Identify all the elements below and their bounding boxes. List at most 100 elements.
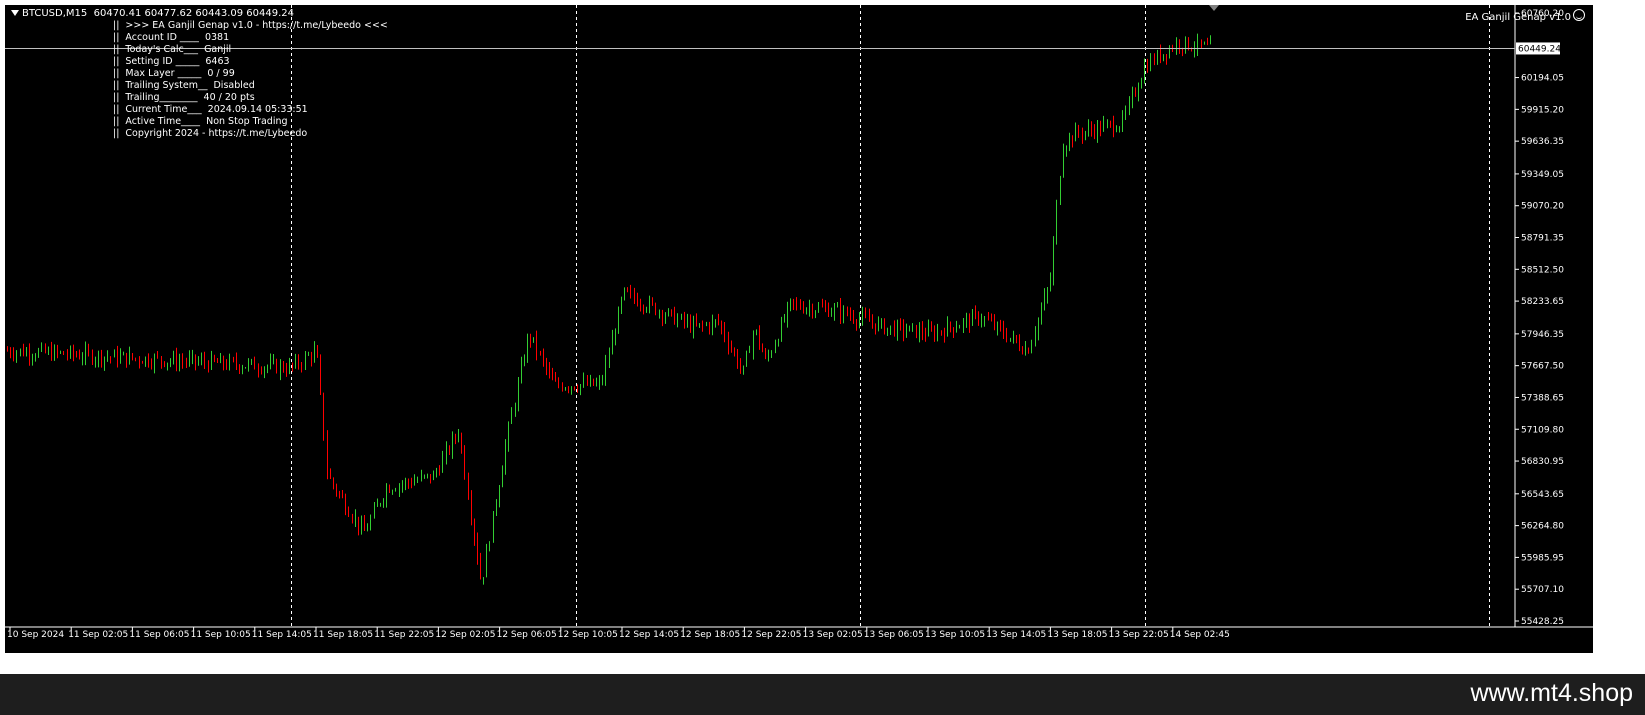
candle-body <box>699 323 700 326</box>
candle-body <box>107 357 108 359</box>
candle-body <box>1025 348 1026 354</box>
candle-body <box>991 319 992 321</box>
price-chart[interactable]: 60760.20 60194.05 59915.20 59636.35 59349.05… <box>4 4 1594 654</box>
candle-body <box>753 332 754 353</box>
time-tick-label: 13 Sep 22:05 <box>1109 630 1169 640</box>
candle-body <box>890 325 891 328</box>
candle-body <box>458 435 459 438</box>
candle-body <box>847 308 848 315</box>
price-tick-label: 55985.95 <box>1521 553 1564 563</box>
candle-body <box>1163 54 1164 60</box>
candle-body <box>1075 127 1076 142</box>
candle-body <box>333 478 334 486</box>
candle-body <box>258 369 259 371</box>
candle-body <box>339 492 340 494</box>
candle-body <box>399 485 400 491</box>
expert-advisor-label[interactable]: EA Ganjil Genap v1.0 <box>1465 9 1585 23</box>
candle-body <box>1207 43 1208 45</box>
candle-body <box>1016 335 1017 342</box>
candle-body <box>1069 136 1070 148</box>
separator-bar: || <box>113 68 120 79</box>
candle-body <box>167 362 168 366</box>
candle-body <box>718 320 719 323</box>
candle-body <box>712 320 713 330</box>
candle-body <box>912 325 913 327</box>
candle-body <box>934 329 935 338</box>
candle-body <box>590 379 591 385</box>
candle-body <box>521 363 522 382</box>
candle-body <box>164 361 165 366</box>
candle-body <box>311 354 312 360</box>
time-tick-label: 13 Sep 02:05 <box>803 630 863 640</box>
ea-line: || Today's Calc___ Ganjil <box>113 44 232 55</box>
candle-body <box>706 324 707 326</box>
candle-body <box>1154 57 1155 63</box>
candle-body <box>897 322 898 335</box>
candle-body <box>427 474 428 476</box>
candle-body <box>1082 133 1083 137</box>
candle-body <box>659 311 660 314</box>
candle-body <box>1088 126 1089 132</box>
candle-body <box>605 362 606 381</box>
candle-body <box>859 318 860 324</box>
candle-body <box>674 310 675 324</box>
candle-body <box>364 522 365 531</box>
time-tick-label: 11 Sep 14:05 <box>252 630 312 640</box>
candle-body <box>226 365 227 368</box>
candle-body <box>869 316 870 322</box>
candle-body <box>442 457 443 473</box>
candle-body <box>220 357 221 363</box>
candle-body <box>1085 131 1086 137</box>
candle-body <box>580 384 581 391</box>
time-tick-label: 13 Sep 06:05 <box>864 630 924 640</box>
candle-body <box>348 511 349 517</box>
candle-body <box>916 325 917 337</box>
dropdown-triangle-icon[interactable] <box>11 10 19 16</box>
candle-body <box>825 306 826 308</box>
candle-body <box>392 490 393 493</box>
candle-body <box>834 306 835 314</box>
candle-body <box>577 389 578 391</box>
candle-body <box>956 328 957 332</box>
price-tick-label: 57388.65 <box>1521 393 1564 403</box>
candle-body <box>499 486 500 504</box>
candle-body <box>687 320 688 323</box>
candle-body <box>1179 42 1180 49</box>
price-tick-label: 56830.95 <box>1521 457 1564 467</box>
candle-body <box>1204 43 1205 45</box>
candle-body <box>1038 318 1039 333</box>
candle-body <box>301 365 302 367</box>
candle-body <box>518 381 519 406</box>
candle-body <box>731 347 732 350</box>
candle-body <box>527 336 528 360</box>
candle-body <box>1000 323 1001 328</box>
candle-body <box>540 352 541 354</box>
candle-body <box>941 330 942 333</box>
candle-body <box>749 352 750 354</box>
price-tick-label: 58233.65 <box>1521 297 1564 307</box>
candle-body <box>919 328 920 337</box>
candle-body <box>768 355 769 358</box>
candle-body <box>953 327 954 332</box>
candle-body <box>850 314 851 317</box>
candle-body <box>894 325 895 335</box>
candle-body <box>1019 341 1020 349</box>
candle-body <box>818 306 819 312</box>
candle-body <box>966 317 967 321</box>
candle-body <box>568 388 569 390</box>
candle-body <box>123 352 124 356</box>
candle-body <box>23 349 24 356</box>
candle-body <box>652 300 653 304</box>
candle-body <box>621 298 622 309</box>
time-tick-label: 11 Sep 18:05 <box>313 630 373 640</box>
candle-body <box>963 320 964 327</box>
candle-body <box>110 357 111 359</box>
candle-body <box>524 359 525 364</box>
chart-window[interactable]: 60760.20 60194.05 59915.20 59636.35 59349.05… <box>0 0 1645 674</box>
candle-body <box>468 476 469 498</box>
candle-body <box>417 479 418 482</box>
candle-body <box>323 392 324 438</box>
candle-body <box>618 308 619 334</box>
candle-body <box>114 351 115 358</box>
candle-body <box>1103 123 1104 132</box>
